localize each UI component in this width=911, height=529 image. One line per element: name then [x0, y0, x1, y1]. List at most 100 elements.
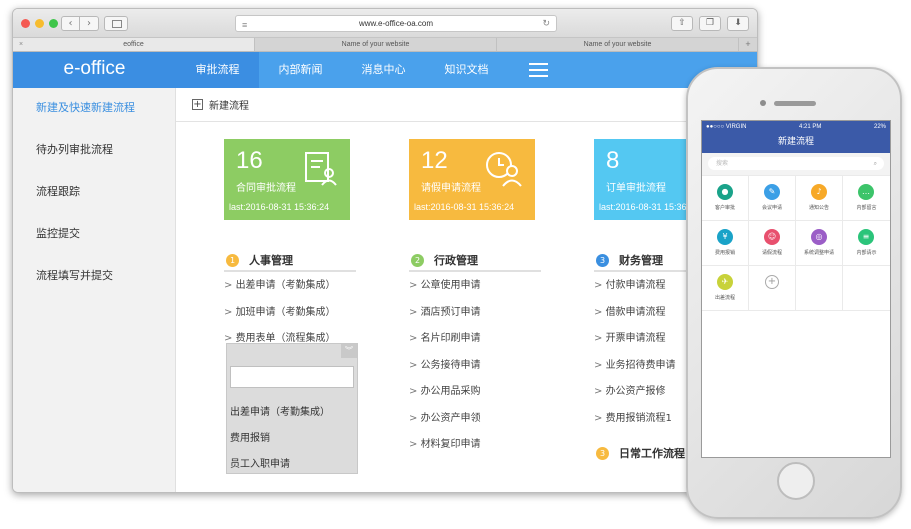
- menu-docs[interactable]: 知识文档: [425, 52, 508, 88]
- camera: [760, 100, 766, 106]
- phone-search-input[interactable]: 搜索 ⌕: [708, 157, 884, 170]
- sidebar-item-monitor[interactable]: 监控提交: [13, 216, 175, 258]
- app-system[interactable]: ◎ 系统调整申请: [796, 221, 843, 266]
- reader-icon[interactable]: ≡: [242, 18, 247, 33]
- list-item[interactable]: 名片印刷申请: [409, 325, 541, 352]
- list-icon: ≡: [858, 229, 874, 245]
- nav-buttons: ‹ ›: [61, 16, 99, 31]
- close-window-icon[interactable]: [21, 19, 30, 28]
- document-user-icon: [305, 152, 337, 186]
- sidebar-item-todo[interactable]: 待办列审批流程: [13, 132, 175, 174]
- app-travel[interactable]: ✈ 出差流程: [702, 266, 749, 311]
- new-tab-icon[interactable]: +: [739, 38, 757, 51]
- app-leave[interactable]: ☺ 请假流程: [749, 221, 796, 266]
- section-title: 行政管理: [434, 254, 478, 267]
- app-label: 请假流程: [761, 250, 782, 256]
- phone-mockup: ●●○○○ VIRGIN 4:21 PM 22% 新建流程 搜索 ⌕ ● 客户审批…: [686, 67, 902, 519]
- tab-eoffice[interactable]: × eoffice: [13, 38, 255, 51]
- empty-cell: [843, 266, 890, 311]
- app-label: 费用报销: [714, 250, 735, 256]
- window-controls: [21, 19, 58, 28]
- dropdown-item[interactable]: 出差申请（考勤集成）: [230, 403, 330, 418]
- list-item[interactable]: 出差申请（考勤集成）: [224, 272, 356, 299]
- sidebar-item-new[interactable]: 新建及快速新建流程: [13, 90, 175, 132]
- list-item[interactable]: 加班申请（考勤集成）: [224, 299, 356, 326]
- list-item[interactable]: 办公用品采购: [409, 378, 541, 405]
- app-label: 客户审批: [714, 205, 735, 211]
- tab-label: Name of your website: [583, 41, 652, 48]
- app-expense[interactable]: ¥ 费用报销: [702, 221, 749, 266]
- section-title: 日常工作流程: [619, 447, 685, 460]
- card-leave[interactable]: 12 请假申请流程 last:2016-08-31 15:36:24: [409, 139, 535, 220]
- list-item[interactable]: 公务接待申请: [409, 352, 541, 379]
- battery: 22%: [873, 124, 886, 130]
- plane-icon: ✈: [717, 274, 733, 290]
- url-text: www.e-office-oa.com: [358, 19, 434, 28]
- main-content: + 新建流程 16 合同审批流程 last:2016-08-31 15:36:2…: [176, 88, 757, 492]
- app-label: 会议申请: [761, 205, 782, 211]
- phone-screen: ●●○○○ VIRGIN 4:21 PM 22% 新建流程 搜索 ⌕ ● 客户审批…: [701, 120, 891, 458]
- currency-icon: ¥: [717, 229, 733, 245]
- minimize-window-icon[interactable]: [35, 19, 44, 28]
- search-placeholder: 搜索: [716, 160, 729, 167]
- app-notice[interactable]: ♪ 通知公告: [796, 176, 843, 221]
- sidebar-toggle-icon[interactable]: [104, 16, 128, 31]
- app-label: 内部留言: [856, 205, 877, 211]
- app-meeting[interactable]: ✎ 会议申请: [749, 176, 796, 221]
- new-flow-button[interactable]: 新建流程: [209, 97, 249, 112]
- tab-website-2[interactable]: Name of your website: [497, 38, 739, 51]
- app-add[interactable]: +: [749, 266, 796, 311]
- user-icon: ☺: [764, 229, 780, 245]
- app-body: 新建及快速新建流程 待办列审批流程 流程跟踪 监控提交 流程填写并提交 + 新建…: [13, 88, 757, 492]
- section-badge: 3: [596, 446, 609, 460]
- app-label: 通知公告: [808, 205, 829, 211]
- list-item[interactable]: 材料复印申请: [409, 431, 541, 458]
- share-icon[interactable]: ⇧: [671, 16, 693, 31]
- card-time: last:2016-08-31 15:36:24: [414, 202, 515, 212]
- stage: ‹ › ≡ www.e-office-oa.com ↻ ⇧ ❐ ⬇ × eoffi…: [0, 0, 911, 529]
- sidebar-item-fill[interactable]: 流程填写并提交: [13, 258, 175, 300]
- card-count: 12: [421, 147, 448, 174]
- phone-title: 新建流程: [702, 133, 890, 153]
- section-badge: 2: [411, 253, 424, 267]
- logo: e-office: [13, 52, 176, 88]
- section-admin: 2 行政管理 公章使用申请 酒店预订申请 名片印刷申请 公务接待申请 办公用品采…: [409, 250, 541, 458]
- dropdown-item[interactable]: 员工入职申请: [230, 455, 290, 470]
- menu-approval[interactable]: 审批流程: [176, 52, 259, 88]
- add-icon: +: [765, 275, 779, 289]
- app-request[interactable]: ≡ 内部请示: [843, 221, 890, 266]
- card-time: last:2016-08-31 15:36:24: [599, 202, 700, 212]
- section-header: 2 行政管理: [409, 250, 541, 272]
- back-icon[interactable]: ‹: [61, 16, 80, 31]
- tab-website-1[interactable]: Name of your website: [255, 38, 497, 51]
- close-tab-icon[interactable]: ×: [19, 38, 23, 51]
- edit-icon: ✎: [764, 184, 780, 200]
- download-icon[interactable]: ⬇: [727, 16, 749, 31]
- sidebar-item-track[interactable]: 流程跟踪: [13, 174, 175, 216]
- chat-icon: …: [858, 184, 874, 200]
- menu-news[interactable]: 内部新闻: [259, 52, 342, 88]
- dropdown-search-input[interactable]: [230, 366, 354, 388]
- tabs-icon[interactable]: ❐: [699, 16, 721, 31]
- app-message[interactable]: … 内部留言: [843, 176, 890, 221]
- forward-icon[interactable]: ›: [80, 16, 99, 31]
- add-icon[interactable]: +: [192, 99, 203, 110]
- reload-icon[interactable]: ↻: [542, 16, 550, 31]
- chevron-down-icon[interactable]: ︾: [341, 344, 357, 358]
- app-customer[interactable]: ● 客户审批: [702, 176, 749, 221]
- app-label: 内部请示: [856, 250, 877, 256]
- maximize-window-icon[interactable]: [49, 19, 58, 28]
- bell-icon: ♪: [811, 184, 827, 200]
- hamburger-icon[interactable]: [508, 52, 568, 88]
- list-item[interactable]: 公章使用申请: [409, 272, 541, 299]
- home-button[interactable]: [777, 462, 815, 500]
- list-item[interactable]: 办公资产申领: [409, 405, 541, 432]
- search-icon[interactable]: ⌕: [874, 157, 877, 170]
- tab-bar: × eoffice Name of your website Name of yo…: [13, 38, 757, 52]
- speaker: [774, 101, 816, 106]
- address-bar[interactable]: ≡ www.e-office-oa.com ↻: [235, 15, 557, 32]
- card-contract[interactable]: 16 合同审批流程 last:2016-08-31 15:36:24: [224, 139, 350, 220]
- menu-messages[interactable]: 消息中心: [342, 52, 425, 88]
- list-item[interactable]: 酒店预订申请: [409, 299, 541, 326]
- dropdown-item[interactable]: 费用报销: [230, 429, 270, 444]
